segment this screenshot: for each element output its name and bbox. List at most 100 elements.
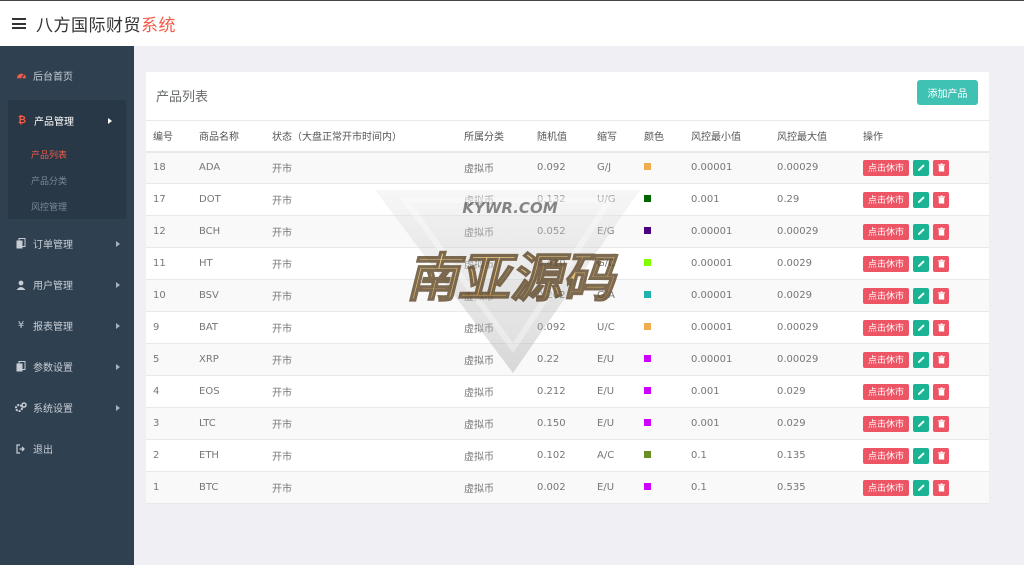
cell-status: 开市 — [272, 279, 464, 312]
table-row: 18 ADA 开市 虚拟币 0.092 G/J 0.00001 0.00029 点击休市 — [146, 151, 989, 184]
close-market-button[interactable]: 点击休市 — [863, 415, 910, 432]
edit-button[interactable] — [913, 479, 930, 496]
edit-button[interactable] — [913, 255, 930, 272]
delete-button[interactable] — [933, 415, 950, 432]
add-product-button[interactable]: 添加产品 — [917, 80, 978, 105]
delete-button[interactable] — [933, 159, 950, 176]
cell-color — [644, 151, 691, 184]
delete-button[interactable] — [933, 287, 950, 304]
yen-icon: ¥ — [17, 320, 25, 331]
sidebar-subitem-product-list[interactable]: 产品列表 — [8, 141, 126, 167]
row-actions: 点击休市 — [863, 383, 989, 400]
close-market-button[interactable]: 点击休市 — [863, 287, 910, 304]
edit-button[interactable] — [913, 223, 930, 240]
pencil-icon — [917, 419, 926, 428]
sidebar-item-system[interactable]: 系统设置 — [0, 387, 134, 428]
delete-button[interactable] — [933, 223, 950, 240]
cell-category: 虚拟币 — [464, 311, 537, 344]
cell-id: 11 — [146, 247, 199, 280]
edit-button[interactable] — [913, 351, 930, 368]
cell-random: 0.202 — [537, 279, 597, 312]
edit-button[interactable] — [913, 287, 930, 304]
close-market-button[interactable]: 点击休市 — [863, 479, 910, 496]
delete-button[interactable] — [933, 383, 950, 400]
cell-category: 虚拟币 — [464, 247, 537, 280]
row-actions: 点击休市 — [863, 351, 989, 368]
cell-category: 虚拟币 — [464, 471, 537, 504]
delete-button[interactable] — [933, 351, 950, 368]
sidebar-item-logout[interactable]: 退出 — [0, 428, 134, 469]
color-swatch — [644, 387, 651, 394]
pencil-icon — [917, 387, 926, 396]
cell-random: 0.002 — [537, 471, 597, 504]
close-market-button[interactable]: 点击休市 — [863, 159, 910, 176]
close-market-button[interactable]: 点击休市 — [863, 351, 910, 368]
edit-button[interactable] — [913, 415, 930, 432]
close-market-button[interactable]: 点击休市 — [863, 223, 910, 240]
trash-icon — [937, 387, 946, 396]
delete-button[interactable] — [933, 191, 950, 208]
edit-button[interactable] — [913, 319, 930, 336]
cell-id: 5 — [146, 343, 199, 376]
close-market-button[interactable]: 点击休市 — [863, 191, 910, 208]
close-market-button[interactable]: 点击休市 — [863, 319, 910, 336]
cell-status: 开市 — [272, 343, 464, 376]
pencil-icon — [917, 291, 926, 300]
trash-icon — [937, 259, 946, 268]
cell-abbr: U/G — [597, 183, 644, 216]
cell-id: 3 — [146, 407, 199, 440]
column-header: 状态（大盘正常开市时间内） — [272, 120, 464, 153]
cell-id: 10 — [146, 279, 199, 312]
delete-button[interactable] — [933, 479, 950, 496]
sidebar-item-users[interactable]: 用户管理 — [0, 264, 134, 305]
column-header: 编号 — [146, 120, 199, 153]
sidebar-item-label: 用户管理 — [33, 281, 73, 292]
close-market-button[interactable]: 点击休市 — [863, 255, 910, 272]
menu-toggle-icon[interactable] — [12, 18, 26, 29]
cell-status: 开市 — [272, 247, 464, 280]
sidebar-item-products[interactable]: ₿ 产品管理 — [8, 100, 126, 141]
trash-icon — [937, 195, 946, 204]
pencil-icon — [917, 227, 926, 236]
color-swatch — [644, 195, 651, 202]
pencil-icon — [917, 195, 926, 204]
app-title-accent: 系统 — [141, 16, 176, 36]
sidebar-item-orders[interactable]: 订单管理 — [0, 223, 134, 264]
table-row: 17 DOT 开市 虚拟币 0.132 U/G 0.001 0.29 点击休市 — [146, 183, 989, 216]
cell-status: 开市 — [272, 183, 464, 216]
delete-button[interactable] — [933, 319, 950, 336]
cell-max: 0.135 — [777, 439, 863, 472]
cell-name: BSV — [199, 279, 272, 312]
edit-button[interactable] — [913, 383, 930, 400]
cell-random: 0.102 — [537, 439, 597, 472]
sidebar-subitem-product-category[interactable]: 产品分类 — [8, 167, 126, 193]
close-market-button[interactable]: 点击休市 — [863, 447, 910, 464]
cell-actions: 点击休市 — [863, 375, 989, 408]
cell-category: 虚拟币 — [464, 183, 537, 216]
delete-button[interactable] — [933, 447, 950, 464]
delete-button[interactable] — [933, 255, 950, 272]
row-actions: 点击休市 — [863, 159, 989, 176]
sidebar-item-params[interactable]: 参数设置 — [0, 346, 134, 387]
cell-name: HT — [199, 247, 272, 280]
sidebar-item-label: 产品管理 — [34, 117, 74, 128]
caret-right-icon — [116, 404, 120, 411]
row-actions: 点击休市 — [863, 255, 989, 272]
cell-abbr: G/A — [597, 279, 644, 312]
edit-button[interactable] — [913, 191, 930, 208]
sidebar-item-label: 系统设置 — [33, 404, 73, 415]
cell-min: 0.001 — [691, 183, 777, 216]
sidebar-item-dashboard[interactable]: 后台首页 — [0, 55, 134, 96]
close-market-button[interactable]: 点击休市 — [863, 383, 910, 400]
pencil-icon — [917, 163, 926, 172]
sidebar-item-reports[interactable]: ¥ 报表管理 — [0, 305, 134, 346]
cell-random: 0.410 — [537, 247, 597, 280]
table-body: 18 ADA 开市 虚拟币 0.092 G/J 0.00001 0.00029 点击休市 17 DO… — [146, 151, 989, 504]
row-actions: 点击休市 — [863, 447, 989, 464]
edit-button[interactable] — [913, 447, 930, 464]
edit-button[interactable] — [913, 159, 930, 176]
color-swatch — [644, 419, 651, 426]
sidebar-item-label: 参数设置 — [33, 363, 73, 374]
cell-abbr: E/U — [597, 343, 644, 376]
sidebar-subitem-risk-control[interactable]: 风控管理 — [8, 193, 126, 219]
